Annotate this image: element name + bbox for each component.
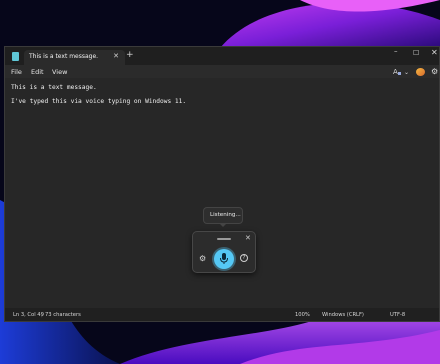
menu-file[interactable]: File	[11, 68, 22, 76]
microphone-button[interactable]	[214, 249, 234, 269]
editor-line-1: This is a text message.	[11, 84, 97, 91]
line-ending[interactable]: Windows (CRLF)	[322, 312, 364, 318]
chevron-down-icon[interactable]: ⌄	[404, 68, 409, 77]
voice-typing-panel: ✕ ⚙ ?	[192, 231, 256, 273]
cursor-position: Ln 3, Col 49	[13, 312, 44, 318]
copilot-icon[interactable]	[416, 68, 425, 76]
character-count: 73 characters	[45, 312, 81, 318]
settings-gear-icon[interactable]: ⚙	[431, 67, 438, 76]
new-tab-button[interactable]: +	[126, 51, 134, 60]
voice-settings-icon[interactable]: ⚙	[199, 255, 206, 263]
encoding[interactable]: UTF-8	[390, 312, 405, 318]
tab-title: This is a text message.	[29, 53, 99, 60]
listening-text: Listening...	[210, 212, 241, 218]
zoom-level[interactable]: 100%	[295, 312, 310, 318]
maximize-button[interactable]: ☐	[413, 49, 419, 57]
listening-tooltip: Listening...	[203, 207, 243, 224]
voice-close-icon[interactable]: ✕	[245, 234, 251, 242]
title-bar[interactable]: This is a text message. ✕ + – ☐ ✕	[5, 47, 439, 65]
svg-text:A: A	[393, 68, 398, 76]
editor-line-2: I've typed this via voice typing on Wind…	[11, 98, 187, 105]
text-format-icon[interactable]: A	[393, 67, 402, 78]
status-separator: |	[41, 312, 43, 318]
notepad-app-icon	[12, 52, 19, 61]
microphone-icon	[220, 253, 228, 264]
tab-close-icon[interactable]: ✕	[113, 52, 119, 60]
drag-handle[interactable]	[217, 238, 231, 240]
tab-document[interactable]: This is a text message. ✕	[24, 50, 125, 65]
text-editor[interactable]: This is a text message. I've typed this …	[5, 78, 439, 308]
tooltip-arrow	[219, 223, 227, 227]
help-icon[interactable]: ?	[240, 254, 248, 262]
menu-edit[interactable]: Edit	[31, 68, 44, 76]
minimize-button[interactable]: –	[394, 47, 398, 55]
menu-bar: File Edit View A ⌄ ⚙	[5, 65, 439, 78]
status-bar: Ln 3, Col 49 | 73 characters 100% Window…	[5, 308, 439, 321]
close-window-button[interactable]: ✕	[431, 48, 438, 57]
menu-view[interactable]: View	[52, 68, 67, 76]
notepad-window: This is a text message. ✕ + – ☐ ✕ File E…	[4, 46, 440, 322]
